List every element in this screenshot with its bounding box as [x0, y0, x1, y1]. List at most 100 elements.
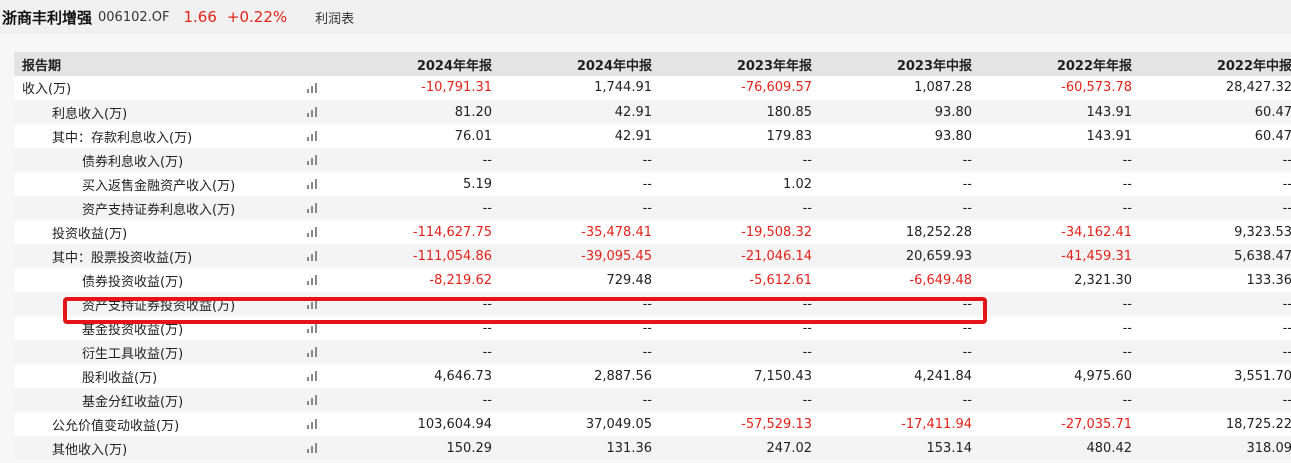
table-cell: 1,087.28	[817, 76, 977, 101]
row-label: 其中：股票投资收益(万)	[14, 244, 304, 269]
table-cell: -5,612.61	[657, 268, 817, 293]
table-cell: --	[977, 148, 1137, 173]
table-cell: 247.02	[657, 436, 817, 461]
fund-header-bar: 浙商丰利增强 006102.OF 1.66 +0.22% 利润表	[0, 0, 1291, 34]
row-chart-cell	[304, 172, 337, 197]
table-row: 其中：股票投资收益(万) -111,054.86 -39,095.45 -21,046…	[14, 244, 1291, 269]
table-cell: 131.36	[497, 436, 657, 461]
row-chart-cell	[304, 364, 337, 389]
table-cell: 81.20	[337, 100, 497, 125]
bar-chart-icon[interactable]	[307, 323, 317, 333]
bar-chart-icon[interactable]	[307, 419, 317, 429]
table-cell: --	[497, 196, 657, 221]
row-label: 公允价值变动收益(万)	[14, 412, 304, 437]
row-chart-cell	[304, 220, 337, 245]
table-cell: 133.36	[1137, 268, 1291, 293]
table-cell: -10,791.31	[337, 76, 497, 101]
table-cell: --	[337, 196, 497, 221]
column-header: 2022年年报	[1056, 58, 1132, 74]
table-cell: --	[817, 172, 977, 197]
table-cell: -114,627.75	[337, 220, 497, 245]
table-cell: 60.47	[1137, 100, 1291, 125]
table-cell: --	[657, 196, 817, 221]
row-chart-cell	[304, 124, 337, 149]
column-header: 2022年中报	[1216, 58, 1291, 74]
bar-chart-icon[interactable]	[307, 347, 317, 357]
table-cell: 42.91	[497, 124, 657, 149]
table-cell: -21,046.14	[657, 244, 817, 269]
table-cell: 37,049.05	[497, 412, 657, 437]
table-row: 其他收入(万) 150.29 131.36 247.02 153.14 480.42 318…	[14, 436, 1291, 461]
bar-chart-icon[interactable]	[307, 107, 317, 117]
bar-chart-icon[interactable]	[307, 131, 317, 141]
table-row: 收入(万) -10,791.31 1,744.91 -76,609.57 1,087.2…	[14, 76, 1291, 101]
table-cell: --	[1137, 316, 1291, 341]
column-header: 2024年年报	[416, 58, 492, 74]
table-cell: 93.80	[817, 100, 977, 125]
bar-chart-icon[interactable]	[307, 443, 317, 453]
table-cell: --	[657, 292, 817, 317]
bar-chart-icon[interactable]	[307, 371, 317, 381]
table-cell: 42.91	[497, 100, 657, 125]
bar-chart-icon[interactable]	[307, 275, 317, 285]
row-label: 利息收入(万)	[14, 100, 304, 125]
table-cell: -27,035.71	[977, 412, 1137, 437]
table-row: 衍生工具收益(万)------------	[14, 340, 1291, 365]
bar-chart-icon[interactable]	[307, 82, 317, 93]
table-cell: -41,459.31	[977, 244, 1137, 269]
row-chart-cell	[304, 244, 337, 269]
table-cell: 5,638.47	[1137, 244, 1291, 269]
bar-chart-icon[interactable]	[307, 179, 317, 189]
table-cell: --	[817, 388, 977, 413]
table-cell: --	[497, 316, 657, 341]
row-label: 买入返售金融资产收入(万)	[14, 172, 304, 197]
table-cell: 3,551.70	[1137, 364, 1291, 389]
table-cell: 7,150.43	[657, 364, 817, 389]
table-cell: --	[817, 292, 977, 317]
bar-chart-icon[interactable]	[307, 227, 317, 237]
table-cell: -6,649.48	[817, 268, 977, 293]
column-header-period: 报告期	[22, 58, 62, 74]
table-cell: --	[977, 292, 1137, 317]
fund-code: 006102.OF	[98, 9, 170, 25]
table-cell: 9,323.53	[1137, 220, 1291, 245]
table-cell: --	[817, 316, 977, 341]
table-row: 债券利息收入(万)------------	[14, 148, 1291, 173]
table-cell: --	[977, 172, 1137, 197]
bar-chart-icon[interactable]	[307, 203, 317, 213]
row-label: 投资收益(万)	[14, 220, 304, 245]
bar-chart-icon[interactable]	[307, 395, 317, 405]
table-cell: -60,573.78	[977, 76, 1137, 101]
table-cell: --	[497, 340, 657, 365]
table-cell: 143.91	[977, 100, 1137, 125]
table-row: 利息收入(万) 81.20 42.91 180.85 93.80 143.91 60.47	[14, 100, 1291, 125]
table-row: 基金分红收益(万)------------	[14, 388, 1291, 413]
table-cell: --	[657, 340, 817, 365]
row-chart-cell	[304, 148, 337, 173]
table-cell: 93.80	[817, 124, 977, 149]
row-label: 其他收入(万)	[14, 436, 304, 461]
row-chart-cell	[304, 268, 337, 293]
table-cell: 153.14	[817, 436, 977, 461]
table-cell: --	[977, 388, 1137, 413]
tab-income-statement[interactable]: 利润表	[315, 8, 354, 27]
table-cell: -39,095.45	[497, 244, 657, 269]
table-cell: --	[977, 340, 1137, 365]
table-cell: 4,241.84	[817, 364, 977, 389]
table-cell: 4,646.73	[337, 364, 497, 389]
table-row: 资产支持证券投资收益(万)------------	[14, 292, 1291, 317]
row-label: 股利收益(万)	[14, 364, 304, 389]
bar-chart-icon[interactable]	[307, 155, 317, 165]
table-cell: -8,219.62	[337, 268, 497, 293]
table-cell: 28,427.32	[1137, 76, 1291, 101]
bar-chart-icon[interactable]	[307, 299, 317, 309]
table-cell: -76,609.57	[657, 76, 817, 101]
table-cell: --	[1137, 196, 1291, 221]
table-cell: 318.09	[1137, 436, 1291, 461]
row-label: 其中：存款利息收入(万)	[14, 124, 304, 149]
bar-chart-icon[interactable]	[307, 251, 317, 261]
table-cell: --	[657, 316, 817, 341]
table-row: 公允价值变动收益(万) 103,604.94 37,049.05 -57,529.13…	[14, 412, 1291, 437]
table-cell: 60.47	[1137, 124, 1291, 149]
table-cell: 729.48	[497, 268, 657, 293]
